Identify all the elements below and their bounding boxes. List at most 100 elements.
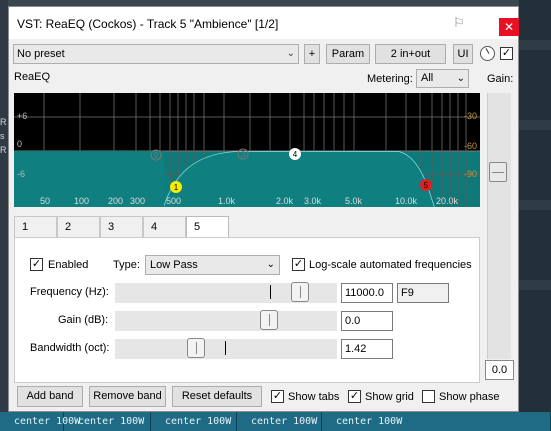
- track-cell: center 100W: [237, 412, 322, 431]
- metering-value: All: [421, 72, 434, 84]
- tab-band-2[interactable]: 2: [57, 216, 100, 238]
- bandwidth-default-tick: [225, 341, 226, 355]
- track-cell: center 100W: [322, 412, 551, 431]
- eq-response-fill-mask: [164, 152, 434, 207]
- bandwidth-slider-thumb[interactable]: [187, 338, 205, 358]
- db-label-left: -6: [17, 169, 25, 179]
- freq-label: 1.0k: [218, 196, 236, 206]
- freq-label: 500: [166, 196, 181, 206]
- chevron-down-icon: ⌄: [456, 73, 465, 84]
- add-preset-button[interactable]: +: [304, 44, 320, 64]
- gain-db-slider-thumb[interactable]: [260, 310, 278, 330]
- band-node-label: 5: [424, 181, 429, 190]
- band-tabs: 1 2 3 4 5: [14, 216, 229, 239]
- type-label: Type:: [113, 259, 140, 271]
- remove-band-button[interactable]: Remove band: [89, 386, 166, 407]
- frequency-label: Frequency (Hz):: [30, 286, 109, 298]
- reaeq-window: VST: ReaEQ (Cockos) - Track 5 "Ambience"…: [8, 6, 519, 412]
- type-value: Low Pass: [150, 259, 198, 271]
- frequency-note-field[interactable]: F9: [397, 283, 449, 303]
- band-node-label: 2: [154, 151, 159, 160]
- freq-label: 3.0k: [304, 196, 322, 206]
- logscale-label: Log-scale automated frequencies: [309, 259, 472, 271]
- show-tabs-label: Show tabs: [288, 391, 340, 403]
- db-label-left: 0: [17, 139, 22, 149]
- window-title: VST: ReaEQ (Cockos) - Track 5 "Ambience"…: [17, 17, 279, 31]
- pin-icon[interactable]: ⚐: [453, 15, 467, 31]
- toolbar: No preset ⌄ + Param 2 in+out UI ✓: [9, 43, 518, 65]
- db-label-right: -60: [464, 141, 477, 151]
- eq-graph[interactable]: +6 0 -6 -30 -60 -90 50 100 200 300 500 1…: [14, 93, 480, 207]
- show-phase-label: Show phase: [439, 391, 500, 403]
- band-node-label: 1: [174, 183, 179, 192]
- track-cell: center 100W: [64, 412, 151, 431]
- show-grid-label: Show grid: [365, 391, 414, 403]
- freq-label: 20.0k: [436, 196, 459, 206]
- metering-dropdown[interactable]: All ⌄: [416, 69, 469, 88]
- ui-button[interactable]: UI: [453, 44, 473, 64]
- io-button[interactable]: 2 in+out: [375, 44, 446, 64]
- reset-defaults-button[interactable]: Reset defaults: [172, 386, 262, 407]
- chevron-down-icon: ⌄: [286, 48, 295, 59]
- gain-value-field[interactable]: 0.0: [485, 360, 514, 380]
- eq-graph-svg: +6 0 -6 -30 -60 -90 50 100 200 300 500 1…: [14, 93, 480, 207]
- db-label-right: -90: [464, 169, 477, 179]
- bandwidth-label: Bandwidth (oct):: [30, 342, 110, 354]
- background-track-row: center 100W center 100W center 100W cent…: [0, 412, 551, 431]
- frequency-field[interactable]: 11000.0: [341, 283, 393, 303]
- wet-knob[interactable]: [480, 46, 495, 61]
- gain-slider[interactable]: [487, 93, 511, 359]
- gain-db-label: Gain (dB):: [58, 314, 109, 326]
- logscale-checkbox[interactable]: ✓: [292, 258, 305, 271]
- type-dropdown[interactable]: Low Pass ⌄: [145, 255, 280, 275]
- bandwidth-slider[interactable]: [115, 338, 337, 359]
- enabled-label: Enabled: [48, 259, 89, 271]
- freq-label: 100: [74, 196, 89, 206]
- band-node-label: 4: [293, 150, 298, 159]
- chevron-down-icon: ⌄: [266, 259, 275, 270]
- frequency-slider[interactable]: [115, 282, 337, 303]
- show-tabs-checkbox[interactable]: ✓: [271, 390, 284, 403]
- gain-db-field[interactable]: 0.0: [341, 311, 393, 331]
- preset-dropdown[interactable]: No preset ⌄: [13, 44, 299, 64]
- background-left-labels: R s R: [0, 115, 8, 157]
- db-label-left: +6: [17, 111, 27, 121]
- gain-db-slider[interactable]: [115, 310, 337, 331]
- title-bar[interactable]: VST: ReaEQ (Cockos) - Track 5 "Ambience"…: [9, 7, 519, 39]
- gain-label: Gain:: [487, 73, 514, 85]
- background-left-strip: [0, 0, 8, 431]
- bandwidth-field[interactable]: 1.42: [341, 339, 393, 359]
- close-button[interactable]: ✕: [499, 18, 519, 36]
- db-label-right: -30: [464, 111, 477, 121]
- frequency-slider-thumb[interactable]: [291, 282, 309, 302]
- freq-label: 50: [40, 196, 50, 206]
- freq-label: 10.0k: [395, 196, 418, 206]
- param-button[interactable]: Param: [326, 44, 370, 64]
- background-left-label: R: [0, 145, 7, 155]
- track-cell: center 100W: [0, 412, 80, 431]
- show-phase-checkbox[interactable]: [422, 390, 435, 403]
- tab-band-3[interactable]: 3: [100, 216, 143, 238]
- tab-band-1[interactable]: 1: [14, 216, 57, 238]
- show-grid-checkbox[interactable]: ✓: [348, 390, 361, 403]
- band-panel: ✓ Enabled Type: Low Pass ⌄ ✓ Log-scale a…: [14, 237, 480, 383]
- plugin-label: ReaEQ: [14, 71, 51, 83]
- track-cell: center 100W: [151, 412, 237, 431]
- freq-label: 200: [108, 196, 123, 206]
- freq-label: 300: [130, 196, 145, 206]
- preset-value: No preset: [17, 48, 65, 60]
- tab-band-4[interactable]: 4: [143, 216, 186, 238]
- freq-label: 2.0k: [276, 196, 294, 206]
- tab-band-5[interactable]: 5: [186, 216, 229, 239]
- band-node-label: 3: [241, 150, 246, 159]
- enabled-checkbox[interactable]: ✓: [30, 258, 43, 271]
- freq-label: 5.0k: [345, 196, 363, 206]
- metering-label: Metering:: [367, 73, 413, 85]
- gain-slider-thumb[interactable]: [489, 162, 507, 182]
- frequency-default-tick: [270, 285, 271, 299]
- add-band-button[interactable]: Add band: [17, 386, 83, 407]
- background-left-label: s: [0, 131, 5, 141]
- bypass-checkbox[interactable]: ✓: [500, 47, 513, 60]
- background-left-label: R: [0, 117, 7, 127]
- background-right-panel: [519, 0, 551, 431]
